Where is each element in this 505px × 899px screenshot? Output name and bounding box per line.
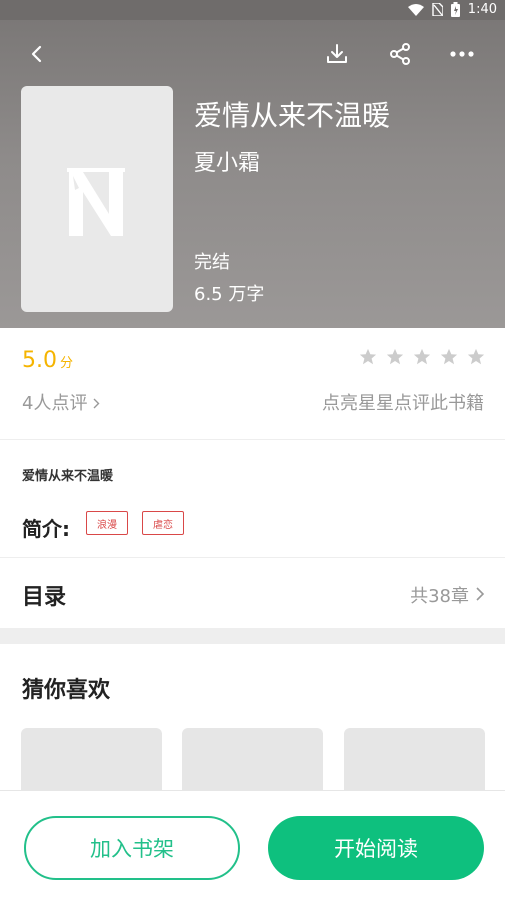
toc-row[interactable]: 目录 共38章 bbox=[0, 559, 505, 628]
intro-book-title: 爱情从来不温暖 bbox=[22, 469, 114, 484]
back-icon bbox=[31, 45, 42, 63]
intro-label: 简介: bbox=[22, 517, 70, 541]
rating-score: 5.0 分 bbox=[22, 348, 73, 373]
genre-tag[interactable]: 虐恋 bbox=[142, 511, 184, 535]
wifi-icon bbox=[407, 3, 424, 16]
book-header: 爱情从来不温暖 夏小霜 完结 6.5 万字 bbox=[0, 20, 505, 328]
recommend-book-card[interactable] bbox=[182, 728, 323, 798]
share-icon bbox=[390, 43, 410, 65]
star-icon[interactable] bbox=[467, 348, 485, 366]
rating-stars[interactable] bbox=[359, 348, 485, 366]
genre-tag[interactable]: 浪漫 bbox=[86, 511, 128, 535]
chevron-right-icon bbox=[93, 398, 100, 409]
toc-title: 目录 bbox=[22, 585, 67, 610]
more-icon bbox=[450, 51, 474, 57]
reviews-link[interactable]: 4人点评 bbox=[22, 389, 100, 415]
no-sim-icon bbox=[432, 3, 443, 16]
book-status: 完结 bbox=[194, 252, 230, 273]
toc-chapter-count: 共38章 bbox=[410, 586, 469, 607]
share-button[interactable] bbox=[386, 40, 414, 68]
bottom-action-bar: 加入书架 开始阅读 bbox=[0, 790, 505, 899]
clock: 1:40 bbox=[467, 2, 497, 17]
more-button[interactable] bbox=[448, 40, 476, 68]
rating-section: 5.0 分 4人点评 点亮星星点评此书籍 bbox=[0, 328, 505, 440]
recommend-section: 猜你喜欢 bbox=[0, 644, 505, 798]
status-bar: 1:40 bbox=[0, 0, 505, 20]
book-word-count: 6.5 万字 bbox=[194, 284, 265, 305]
recommend-book-card[interactable] bbox=[344, 728, 485, 798]
book-cover[interactable] bbox=[21, 86, 173, 312]
rate-hint: 点亮星星点评此书籍 bbox=[322, 393, 484, 414]
chevron-right-icon bbox=[476, 587, 485, 601]
star-icon[interactable] bbox=[359, 348, 377, 366]
battery-icon bbox=[450, 2, 460, 17]
section-divider bbox=[0, 628, 505, 644]
start-reading-button[interactable]: 开始阅读 bbox=[268, 816, 484, 880]
star-icon[interactable] bbox=[440, 348, 458, 366]
add-to-shelf-button[interactable]: 加入书架 bbox=[24, 816, 240, 880]
score-unit: 分 bbox=[60, 356, 74, 371]
book-title: 爱情从来不温暖 bbox=[194, 99, 391, 132]
star-icon[interactable] bbox=[386, 348, 404, 366]
intro-section: 爱情从来不温暖 简介: 浪漫 虐恋 bbox=[0, 441, 505, 558]
recommend-book-card[interactable] bbox=[21, 728, 162, 798]
star-icon[interactable] bbox=[413, 348, 431, 366]
book-author[interactable]: 夏小霜 bbox=[194, 145, 260, 177]
status-icons: 1:40 bbox=[407, 2, 497, 17]
recommend-title: 猜你喜欢 bbox=[22, 678, 111, 703]
back-button[interactable] bbox=[22, 40, 50, 68]
download-icon bbox=[327, 44, 347, 63]
score-value: 5.0 bbox=[22, 348, 57, 373]
app-logo-placeholder bbox=[67, 168, 125, 236]
reviews-count: 4人点评 bbox=[22, 393, 88, 414]
download-button[interactable] bbox=[323, 40, 351, 68]
